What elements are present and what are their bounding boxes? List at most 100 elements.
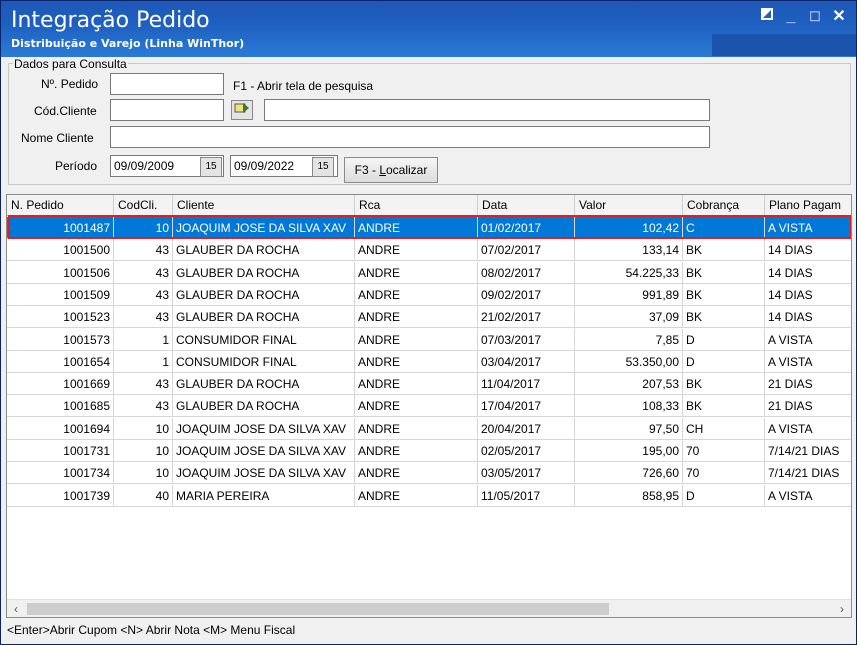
table-row[interactable]: 1001669 43 GLAUBER DA ROCHA ANDRE 11/04/2017… bbox=[7, 373, 851, 396]
restore-icon[interactable] bbox=[757, 7, 777, 27]
calendar-icon[interactable]: 15 bbox=[312, 157, 334, 177]
table-row[interactable]: 1001731 10 JOAQUIM JOSE DA SILVA XAV ANDRE 0… bbox=[7, 440, 851, 462]
cell-codcli: 43 bbox=[114, 239, 173, 262]
table-row[interactable]: 1001500 43 GLAUBER DA ROCHA ANDRE 07/02/2017… bbox=[7, 239, 851, 262]
cell-plano: 14 DIAS bbox=[765, 239, 851, 261]
column-header-pedido[interactable]: N. Pedido bbox=[7, 195, 114, 215]
cell-cobranca: C bbox=[683, 217, 765, 239]
cell-pedido: 1001487 bbox=[7, 217, 114, 239]
cell-codcli: 43 bbox=[114, 306, 173, 329]
cell-rca: ANDRE bbox=[355, 484, 478, 507]
scroll-right-icon[interactable]: › bbox=[833, 600, 851, 617]
cell-cobranca: D bbox=[683, 328, 765, 351]
close-icon[interactable]: ✕ bbox=[829, 7, 849, 27]
title-bar-decoration bbox=[712, 34, 856, 56]
cell-plano: 14 DIAS bbox=[765, 262, 851, 284]
cell-cobranca: BK bbox=[683, 373, 765, 396]
cell-rca: ANDRE bbox=[355, 462, 478, 485]
cell-rca: ANDRE bbox=[355, 239, 478, 262]
cell-cobranca: BK bbox=[683, 239, 765, 262]
cell-codcli: 43 bbox=[114, 283, 173, 306]
column-header-codcli[interactable]: CodCli. bbox=[114, 195, 173, 215]
date-from-value: 09/09/2009 bbox=[114, 159, 175, 173]
cell-cliente: GLAUBER DA ROCHA bbox=[173, 395, 355, 418]
table-row[interactable]: 1001654 1 CONSUMIDOR FINAL ANDRE 03/04/2017 5… bbox=[7, 350, 851, 373]
cell-cliente: JOAQUIM JOSE DA SILVA XAV bbox=[173, 440, 355, 462]
calendar-icon[interactable]: 15 bbox=[200, 157, 222, 177]
cell-codcli: 10 bbox=[114, 440, 173, 462]
cell-pedido: 1001509 bbox=[7, 283, 114, 306]
cell-data: 03/05/2017 bbox=[478, 462, 575, 485]
cell-cobranca: D bbox=[683, 350, 765, 373]
maximize-icon[interactable]: ☐ bbox=[805, 7, 825, 27]
column-header-valor[interactable]: Valor bbox=[575, 195, 683, 215]
column-header-cliente[interactable]: Cliente bbox=[173, 195, 355, 215]
cell-valor: 53.350,00 bbox=[575, 350, 683, 373]
column-header-data[interactable]: Data bbox=[478, 195, 575, 215]
nome-cliente-input[interactable] bbox=[110, 126, 710, 148]
table-row[interactable]: 1001739 40 MARIA PEREIRA ANDRE 11/05/2017 858… bbox=[7, 484, 851, 507]
localizar-prefix: F3 - bbox=[354, 163, 380, 177]
table-row[interactable]: 1001734 10 JOAQUIM JOSE DA SILVA XAV ANDRE 0… bbox=[7, 462, 851, 485]
pedido-label: Nº. Pedido bbox=[41, 77, 99, 91]
scroll-thumb[interactable] bbox=[27, 603, 609, 615]
scroll-left-icon[interactable]: ‹ bbox=[7, 600, 25, 617]
cell-cliente: JOAQUIM JOSE DA SILVA XAV bbox=[173, 217, 355, 239]
cell-plano: 14 DIAS bbox=[765, 306, 851, 328]
table-row[interactable]: 1001694 10 JOAQUIM JOSE DA SILVA XAV ANDRE 2… bbox=[7, 417, 851, 440]
column-header-cobranca[interactable]: Cobrança bbox=[683, 195, 765, 215]
cell-codcli: 43 bbox=[114, 261, 173, 284]
pedido-input[interactable] bbox=[110, 73, 224, 95]
cell-valor: 133,14 bbox=[575, 239, 683, 262]
search-hand-icon[interactable] bbox=[231, 100, 253, 120]
cell-data: 11/04/2017 bbox=[478, 373, 575, 396]
cell-valor: 7,85 bbox=[575, 328, 683, 351]
cell-codcli: 10 bbox=[114, 217, 173, 239]
cell-cliente: GLAUBER DA ROCHA bbox=[173, 306, 355, 329]
grid-header: N. Pedido CodCli. Cliente Rca Data Valor Cobra… bbox=[7, 195, 851, 216]
cell-cobranca: 70 bbox=[683, 462, 765, 485]
column-header-rca[interactable]: Rca bbox=[355, 195, 478, 215]
table-row[interactable]: 1001573 1 CONSUMIDOR FINAL ANDRE 07/03/2017 7… bbox=[7, 328, 851, 351]
cell-cobranca: BK bbox=[683, 283, 765, 306]
column-header-plano[interactable]: Plano Pagam bbox=[765, 195, 851, 215]
cell-rca: ANDRE bbox=[355, 417, 478, 440]
localizar-rest: ocalizar bbox=[386, 163, 428, 177]
cell-rca: ANDRE bbox=[355, 350, 478, 373]
cell-cobranca: BK bbox=[683, 261, 765, 284]
localizar-hotkey: L bbox=[379, 163, 386, 177]
cell-pedido: 1001685 bbox=[7, 395, 114, 418]
orders-grid[interactable]: N. Pedido CodCli. Cliente Rca Data Valor Cobra… bbox=[6, 194, 852, 618]
cell-pedido: 1001500 bbox=[7, 239, 114, 262]
date-to-value: 09/09/2022 bbox=[234, 159, 295, 173]
cell-cliente: GLAUBER DA ROCHA bbox=[173, 261, 355, 284]
cell-data: 02/05/2017 bbox=[478, 440, 575, 462]
localizar-button[interactable]: F3 - Localizar bbox=[344, 157, 438, 183]
cell-valor: 54.225,33 bbox=[575, 261, 683, 284]
table-row[interactable]: 1001487 10 JOAQUIM JOSE DA SILVA XAV ANDRE 0… bbox=[7, 217, 851, 239]
periodo-label: Período bbox=[55, 159, 98, 173]
window-subtitle: Distribuição e Varejo (Linha WinThor) bbox=[11, 37, 245, 50]
cell-plano: A VISTA bbox=[765, 351, 851, 373]
table-row[interactable]: 1001523 43 GLAUBER DA ROCHA ANDRE 21/02/2017… bbox=[7, 306, 851, 329]
minimize-icon[interactable]: _ bbox=[781, 7, 801, 27]
cell-plano: 21 DIAS bbox=[765, 395, 851, 417]
horizontal-scrollbar[interactable]: ‹ › bbox=[7, 599, 851, 617]
cell-plano: 21 DIAS bbox=[765, 373, 851, 395]
nome-cliente-label: Nome Cliente bbox=[21, 131, 94, 145]
cell-data: 11/05/2017 bbox=[478, 484, 575, 507]
cell-rca: ANDRE bbox=[355, 328, 478, 351]
cell-plano: A VISTA bbox=[765, 485, 851, 507]
cliente-code-input[interactable] bbox=[110, 99, 224, 121]
cell-valor: 858,95 bbox=[575, 484, 683, 507]
cell-data: 07/02/2017 bbox=[478, 239, 575, 262]
cell-codcli: 43 bbox=[114, 373, 173, 396]
cell-pedido: 1001573 bbox=[7, 328, 114, 351]
title-bar: Integração Pedido Distribuição e Varejo … bbox=[1, 1, 856, 57]
cell-cliente: MARIA PEREIRA bbox=[173, 484, 355, 507]
table-row[interactable]: 1001506 43 GLAUBER DA ROCHA ANDRE 08/02/2017… bbox=[7, 261, 851, 284]
cell-pedido: 1001506 bbox=[7, 261, 114, 284]
cell-cliente: CONSUMIDOR FINAL bbox=[173, 328, 355, 351]
table-row[interactable]: 1001509 43 GLAUBER DA ROCHA ANDRE 09/02/2017… bbox=[7, 283, 851, 306]
table-row[interactable]: 1001685 43 GLAUBER DA ROCHA ANDRE 17/04/2017… bbox=[7, 395, 851, 418]
